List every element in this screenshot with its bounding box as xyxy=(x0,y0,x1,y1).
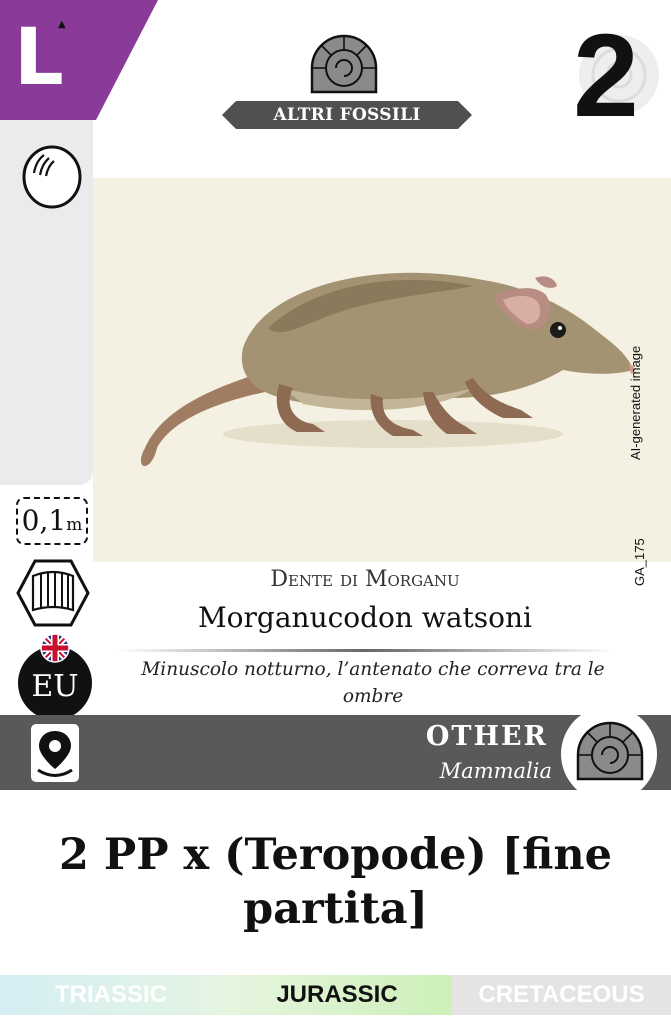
ability-text: 2 PP x (Teropode) [fine partita] xyxy=(59,830,612,934)
period-triassic: TRIASSIC xyxy=(0,975,222,1015)
length-badge: 0,1 m xyxy=(16,497,88,545)
common-name: Dente di Morganu xyxy=(270,567,460,592)
bottom-margin xyxy=(0,1015,671,1028)
taxon-name: Mammalia xyxy=(439,759,552,783)
uk-flag-icon xyxy=(40,633,70,663)
size-badge: ▲ L xyxy=(0,0,160,120)
card-code: GA_175 xyxy=(632,538,647,586)
flavor-text: Minuscolo notturno, l’antenato che corre… xyxy=(141,659,605,707)
ai-generated-label: AI-generated image xyxy=(628,345,643,460)
length-value: 0,1 xyxy=(21,504,67,537)
book-icon xyxy=(16,559,90,627)
rodent-image xyxy=(140,272,635,467)
name-divider xyxy=(118,649,614,652)
creature-illustration xyxy=(93,178,671,562)
period-jurassic: JURASSIC xyxy=(222,975,452,1015)
category-label: ALTRI FOSSILI xyxy=(273,105,421,125)
egg-icon xyxy=(22,145,82,209)
period-strip: TRIASSIC JURASSIC CRETACEOUS xyxy=(0,975,671,1015)
group-name: OTHER xyxy=(425,721,548,752)
size-letter: L xyxy=(14,13,64,103)
length-unit: m xyxy=(66,515,83,535)
map-pin-icon xyxy=(31,724,79,782)
points-value: 2 xyxy=(573,10,639,142)
ammonite-icon xyxy=(576,721,644,781)
ammonite-icon xyxy=(310,34,378,94)
game-card: ▲ L 0,1 m EU ALTRI FOSSILI 2 AI-generate… xyxy=(0,0,671,1028)
region-code: EU xyxy=(31,669,79,704)
period-cretaceous: CRETACEOUS xyxy=(452,975,671,1015)
scientific-name: Morganucodon watsoni xyxy=(198,601,532,634)
